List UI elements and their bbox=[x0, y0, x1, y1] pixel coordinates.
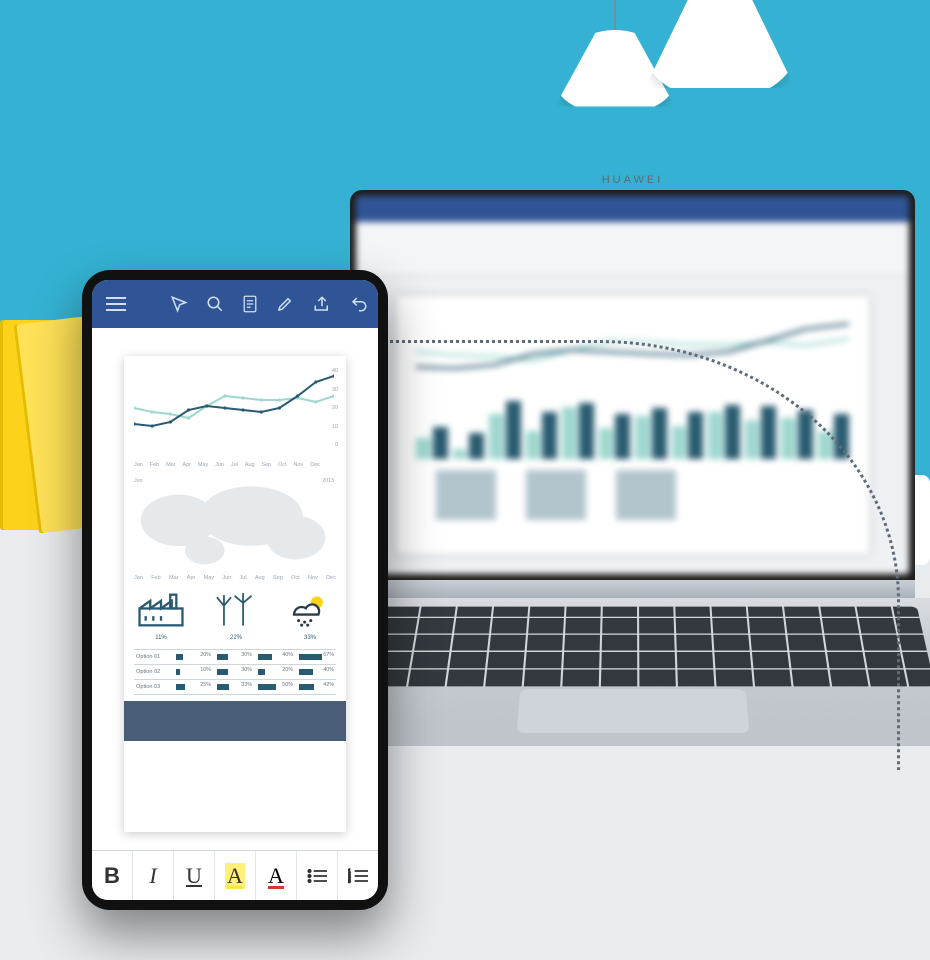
share-icon[interactable] bbox=[312, 294, 332, 314]
desk-books bbox=[0, 320, 90, 560]
factory-icon: 11% bbox=[138, 593, 184, 641]
menu-icon[interactable] bbox=[106, 294, 126, 314]
bar-title-left: Jun bbox=[134, 478, 143, 484]
bold-button[interactable]: B bbox=[92, 851, 132, 900]
numbered-list-button[interactable]: 123 bbox=[337, 851, 378, 900]
phone: 403020100 JanFebMarAprMayJunJulAugSepOct… bbox=[82, 270, 388, 910]
laptop: HUAWEI bbox=[350, 190, 915, 813]
table-row: Option 0325%33%50%42% bbox=[134, 680, 336, 695]
format-toolbar: B I U A A 123 bbox=[92, 850, 378, 900]
bar-chart bbox=[134, 486, 336, 572]
highlight-button[interactable]: A bbox=[214, 851, 255, 900]
table-row: Option 0210%30%20%40% bbox=[134, 665, 336, 680]
pen-cursor-icon[interactable] bbox=[170, 294, 188, 314]
table-row: Option 0120%30%40%67% bbox=[134, 650, 336, 665]
underline-button[interactable]: U bbox=[173, 851, 214, 900]
italic-button[interactable]: I bbox=[132, 851, 173, 900]
weather-icon: 33% bbox=[288, 593, 332, 641]
options-table: Option 0120%30%40%67%Option 0210%30%20%4… bbox=[134, 649, 336, 695]
line-chart: 403020100 bbox=[134, 368, 336, 460]
bar-title-right: 2013 bbox=[322, 478, 334, 484]
bullet-list-button[interactable] bbox=[296, 851, 337, 900]
icon-row: 11% 22% bbox=[134, 581, 336, 649]
phone-header bbox=[92, 280, 378, 328]
page-icon[interactable] bbox=[242, 294, 258, 314]
svg-text:3: 3 bbox=[348, 879, 351, 883]
undo-icon[interactable] bbox=[350, 294, 368, 314]
document-page: 403020100 JanFebMarAprMayJunJulAugSepOct… bbox=[124, 356, 346, 832]
draw-icon[interactable] bbox=[276, 294, 294, 314]
search-icon[interactable] bbox=[206, 294, 224, 314]
laptop-brand: HUAWEI bbox=[533, 174, 733, 186]
font-color-button[interactable]: A bbox=[255, 851, 296, 900]
wind-turbine-icon: 22% bbox=[211, 593, 261, 641]
